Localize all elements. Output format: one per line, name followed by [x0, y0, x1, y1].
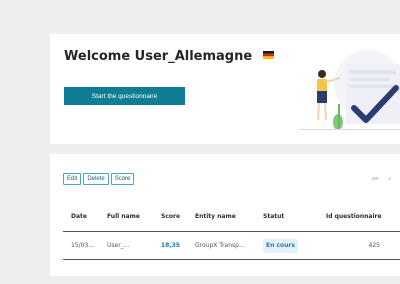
column-header-id-questionnaire[interactable]: Id questionnaire — [326, 213, 394, 221]
welcome-title-text: Welcome User_Allemagne — [64, 49, 253, 64]
cell-full-name: User_... — [107, 241, 130, 249]
score-button[interactable]: Score — [110, 173, 135, 185]
germany-flag-icon — [262, 51, 274, 59]
cell-entity-name: GroupX Transp... — [195, 241, 245, 249]
delete-button[interactable]: Delete — [83, 173, 109, 185]
cell-date: 15/03... — [71, 241, 95, 249]
status-badge: En cours — [263, 238, 298, 253]
column-header-entity-name[interactable]: Entity name — [195, 213, 257, 221]
table-toolbar: Edit Delete Score — [63, 173, 135, 185]
questionnaire-table-card: Edit Delete Score ⏮ « Date Full name Sco… — [50, 154, 400, 276]
cell-id-questionnaire: 425 — [368, 241, 380, 249]
presentation-illustration — [298, 50, 400, 130]
cell-statut: En cours — [263, 238, 323, 253]
welcome-card: Welcome User_Allemagne Start the questio… — [50, 34, 400, 144]
column-header-score[interactable]: Score — [161, 213, 191, 221]
start-questionnaire-button[interactable]: Start the questionnaire — [64, 87, 185, 105]
pagination: ⏮ « — [372, 175, 392, 184]
column-header-date[interactable]: Date — [71, 213, 105, 221]
welcome-heading: Welcome User_Allemagne — [64, 49, 274, 64]
cell-score: 18,35 — [161, 241, 180, 249]
table-row[interactable]: 15/03... User_... 18,35 GroupX Transp...… — [63, 232, 400, 260]
questionnaire-table: Date Full name Score Entity name Statut … — [63, 202, 400, 260]
column-header-statut[interactable]: Statut — [263, 213, 323, 221]
first-page-icon[interactable]: ⏮ — [372, 175, 378, 184]
column-header-full-name[interactable]: Full name — [107, 213, 147, 221]
previous-page-icon[interactable]: « — [387, 175, 391, 184]
table-header-row: Date Full name Score Entity name Statut … — [63, 202, 400, 232]
edit-button[interactable]: Edit — [63, 173, 82, 185]
